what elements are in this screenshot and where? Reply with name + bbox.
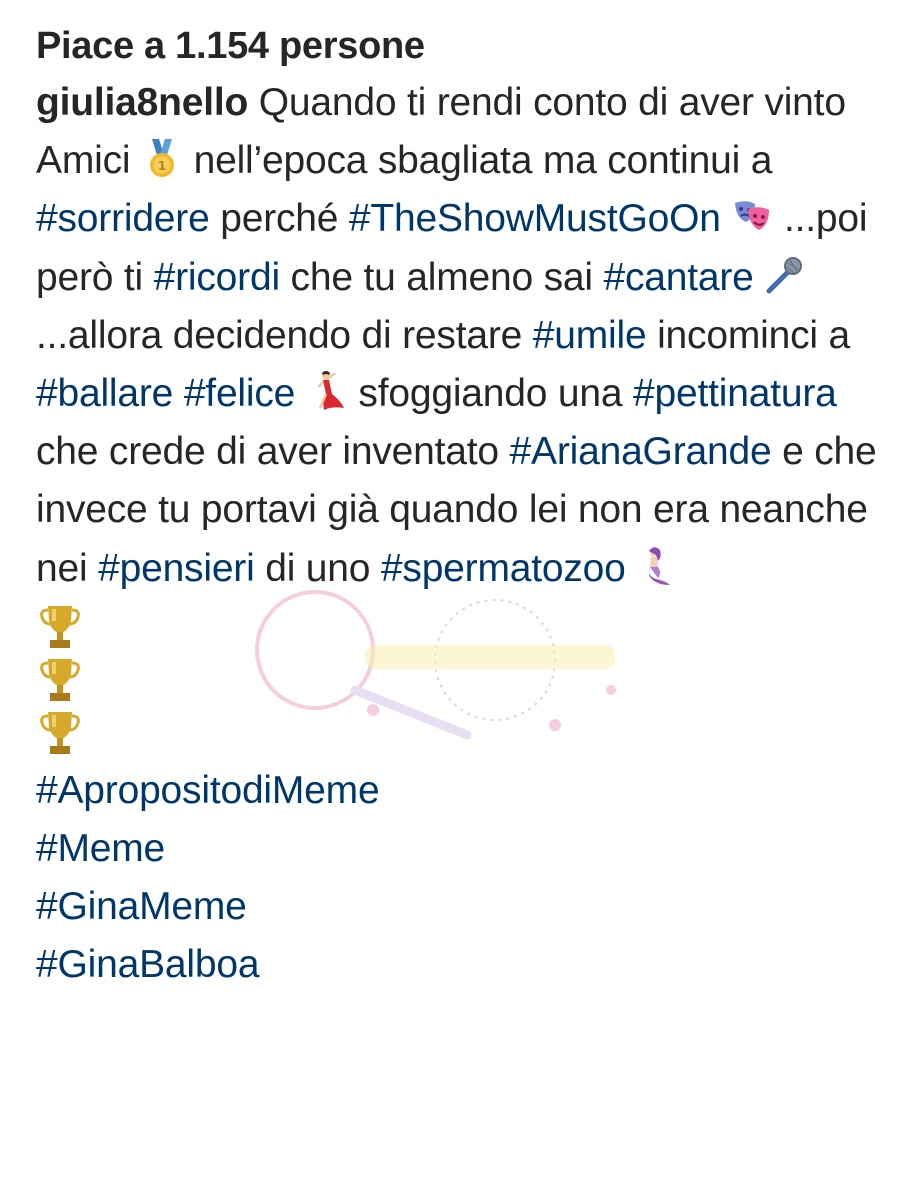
hashtag-ginabalboa[interactable]: #GinaBalboa	[36, 936, 886, 994]
hashtag-spermatozoo[interactable]: #spermatozoo	[381, 547, 626, 590]
caption-segment: che tu almeno sai	[279, 255, 604, 299]
caption-segment: incominci a	[646, 313, 850, 357]
caption-segment: sfoggiando una	[347, 372, 634, 416]
likes-count[interactable]: Piace a 1.154 persone	[36, 18, 886, 74]
caption-segment: che crede di aver inventato	[36, 430, 510, 474]
caption-segment: perché	[209, 197, 349, 241]
username-link[interactable]: giulia8nello	[36, 81, 248, 124]
trophy-icon	[40, 658, 80, 701]
hashtag-ginameme[interactable]: #GinaMeme	[36, 878, 886, 936]
hashtag-umile[interactable]: #umile	[533, 314, 647, 357]
mermaid-icon	[649, 546, 671, 585]
post-caption-container: Piace a 1.154 persone giulia8nello Quand…	[36, 18, 886, 995]
hashtag-ballare[interactable]: #ballare	[36, 372, 173, 415]
hashtag-ricordi[interactable]: #ricordi	[154, 256, 280, 299]
microphone-icon	[766, 256, 803, 294]
hashtag-meme[interactable]: #Meme	[36, 820, 886, 878]
hashtag-pensieri[interactable]: #pensieri	[98, 547, 255, 590]
caption-segment: nell’epoca sbagliata ma continui a	[182, 139, 773, 183]
hashtag-cantare[interactable]: #cantare	[603, 256, 753, 299]
dancer-icon	[317, 371, 344, 411]
hashtag-arianagrande[interactable]: #ArianaGrande	[510, 430, 772, 473]
svg-text:1: 1	[158, 159, 166, 173]
hashtag-list: #ApropositodiMeme #Meme #GinaMeme #GinaB…	[36, 762, 886, 995]
caption-segment: ...allora decidendo di restare	[36, 313, 533, 357]
theater-masks-icon	[735, 201, 770, 231]
caption-text: giulia8nello Quando ti rendi conto di av…	[36, 74, 886, 598]
hashtag-pettinatura[interactable]: #pettinatura	[633, 372, 837, 415]
trophy-icon	[40, 711, 80, 754]
trophy-icon	[40, 605, 80, 648]
gold-medal-icon: 1	[149, 139, 174, 178]
caption-segment: di uno	[254, 546, 381, 590]
hashtag-sorridere[interactable]: #sorridere	[36, 197, 210, 240]
hashtag-felice[interactable]: #felice	[184, 372, 296, 415]
hashtag-apropositodimeme[interactable]: #ApropositodiMeme	[36, 762, 886, 820]
hashtag-theshowmustgoon[interactable]: #TheShowMustGoOn	[349, 197, 721, 240]
